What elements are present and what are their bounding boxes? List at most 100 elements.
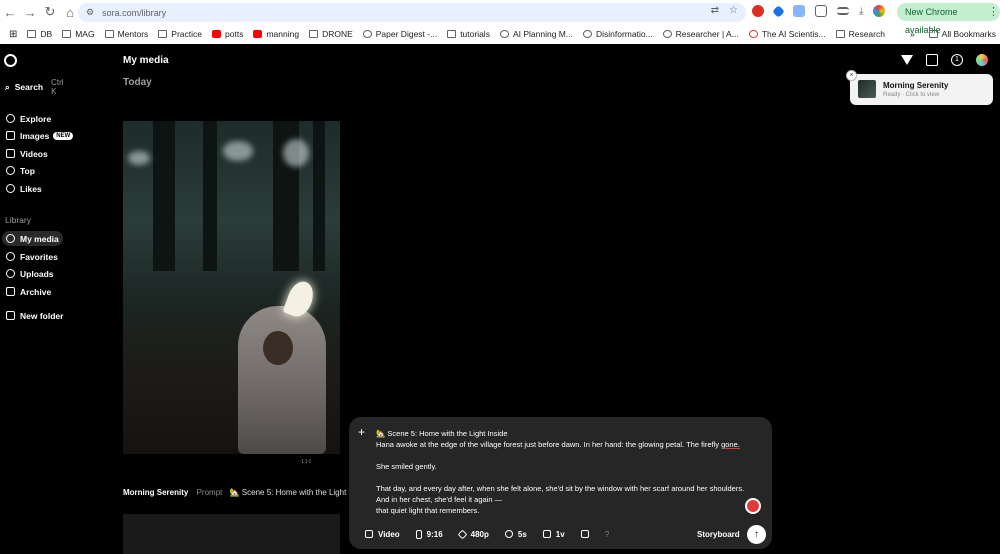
page-title: My media [123,55,169,66]
bookmark-item[interactable]: Paper Digest -... [358,29,442,39]
all-bookmarks[interactable]: All Bookmarks [928,29,996,39]
reload-icon[interactable]: ↻ [40,2,60,22]
bookmark-item[interactable]: MAG [57,29,99,39]
bookmark-item[interactable]: DRONE [304,29,358,39]
sidebar-item-videos[interactable]: Videos [2,146,52,161]
prompt-blank-line [376,450,764,461]
presets-button[interactable] [573,525,597,543]
bookmark-item[interactable]: Mentors [100,29,154,39]
sidebar-item-label: Archive [20,286,52,297]
bookmarks-overflow-icon[interactable]: » [910,29,915,39]
site-icon [499,30,509,38]
aspect-ratio-selector[interactable]: 9:16 [408,525,451,543]
bookmark-label: Researcher | A... [675,29,739,39]
grammar-assistant-icon[interactable] [745,498,761,514]
extension-red-icon[interactable] [752,5,764,17]
type-label: Video [378,529,400,539]
bookmark-item[interactable]: AI Planning M... [495,29,578,39]
sidebar-item-label: My media [20,233,59,244]
bookmark-item[interactable]: tutorials [442,29,495,39]
bookmark-label: MAG [75,29,95,39]
resolution-selector[interactable]: 480p [451,525,497,543]
sidebar-item-likes[interactable]: Likes [2,181,46,196]
send-button[interactable]: ↑ [747,525,766,544]
variations-selector[interactable]: 1v [535,525,573,543]
video-thumbnail-secondary[interactable] [123,514,340,554]
extensions-puzzle-icon[interactable] [815,5,827,17]
sidebar-item-images[interactable]: Images NEW [2,128,77,143]
storyboard-button[interactable]: Storyboard [697,530,740,539]
prompt-line: And in her chest, she'd feel it again — [376,495,503,504]
forest-tree [203,121,217,271]
variations-label: 1v [555,529,565,539]
download-icon[interactable]: ⤓ [859,6,863,17]
ready-toast[interactable]: × Morning Serenity Ready · Click to view [846,70,993,105]
add-attachment-icon[interactable]: + [358,425,365,439]
layout-grid-icon[interactable] [926,54,938,66]
bookmark-label: DRONE [322,29,353,39]
apps-grid-icon[interactable]: ⊞ [4,29,22,40]
sidebar-item-label: Top [20,165,35,176]
prompt-line-text: Hana awoke at the edge of the village fo… [376,440,722,449]
search-button[interactable]: ⌕ Search Ctrl K [2,78,70,96]
extensions-row: ⤓ [752,4,886,18]
bookmark-item[interactable]: potts [207,29,248,39]
sidebar-item-new-folder[interactable]: New folder [2,308,67,323]
filter-icon[interactable] [901,55,913,65]
address-bar[interactable]: ⚙ sora.com/library ⇄ ☆ [78,3,746,22]
profile-avatar-icon[interactable] [873,5,886,17]
translate-icon[interactable]: ⇄ [711,5,719,16]
site-info-icon[interactable]: ⚙ [86,7,94,18]
bookmark-label: Paper Digest -... [375,29,438,39]
bookmark-item[interactable]: The AI Scientis... [744,29,831,39]
figure-face [263,331,293,365]
extension-blue-icon[interactable] [772,4,785,18]
activity-count-icon[interactable]: 1 [951,54,963,66]
bookmark-item[interactable]: DB [22,29,57,39]
sora-logo-icon[interactable] [4,54,17,67]
video-thumbnail[interactable] [123,121,340,454]
forest-tree [313,121,325,271]
bookmark-item[interactable]: Disinformatio... [578,29,658,39]
clock-icon [504,530,513,538]
extension-doc-icon[interactable] [793,5,805,17]
bookmark-item[interactable]: Practice [153,29,207,39]
archive-icon [6,287,15,296]
sidebar-item-top[interactable]: Top [2,163,39,178]
bookmark-label: tutorials [460,29,490,39]
media-icon [6,234,15,243]
sora-app: ⌕ Search Ctrl K Explore Images NEW Videos… [0,44,1000,554]
type-selector[interactable]: Video [357,525,408,543]
sidebar-item-favorites[interactable]: Favorites [2,249,62,264]
chrome-update-button[interactable]: New Chrome available [897,3,1000,35]
prompt-textarea[interactable]: 🏡 Scene 5: Home with the Light Inside Ha… [376,428,764,516]
user-avatar[interactable] [976,54,988,66]
search-label: Search [14,82,44,92]
video-icon [6,149,15,158]
media-control-icon[interactable] [837,7,849,15]
sidebar-item-explore[interactable]: Explore [2,111,55,126]
bookmark-label: manning [266,29,300,39]
bookmark-star-icon[interactable]: ☆ [729,5,738,16]
close-icon[interactable]: × [846,70,857,81]
sidebar-item-label: Likes [20,183,42,194]
forward-icon[interactable]: → [20,2,40,22]
aspect-label: 9:16 [426,529,443,539]
home-icon[interactable]: ⌂ [60,2,80,22]
browser-menu-icon[interactable]: ⋮ [988,5,999,18]
help-button[interactable]: ? [597,525,617,543]
sidebar-item-archive[interactable]: Archive [2,284,55,299]
sidebar-item-my-media[interactable]: My media [2,231,63,246]
folder-icon [835,30,845,38]
bookmark-item[interactable]: Researcher | A... [658,29,744,39]
duration-selector[interactable]: 5s [497,525,535,543]
media-caption[interactable]: Morning Serenity Prompt 🏡 Scene 5: Home … [123,488,349,497]
bookmark-item[interactable]: Research [831,29,890,39]
bookmark-item[interactable]: manning [248,29,304,39]
sidebar-item-uploads[interactable]: Uploads [2,266,58,281]
bookmark-label: potts [225,29,244,39]
search-shortcut: Ctrl K [51,78,64,96]
variations-icon [542,530,551,538]
bookmark-label: The AI Scientis... [761,29,826,39]
back-icon[interactable]: ← [0,2,20,22]
